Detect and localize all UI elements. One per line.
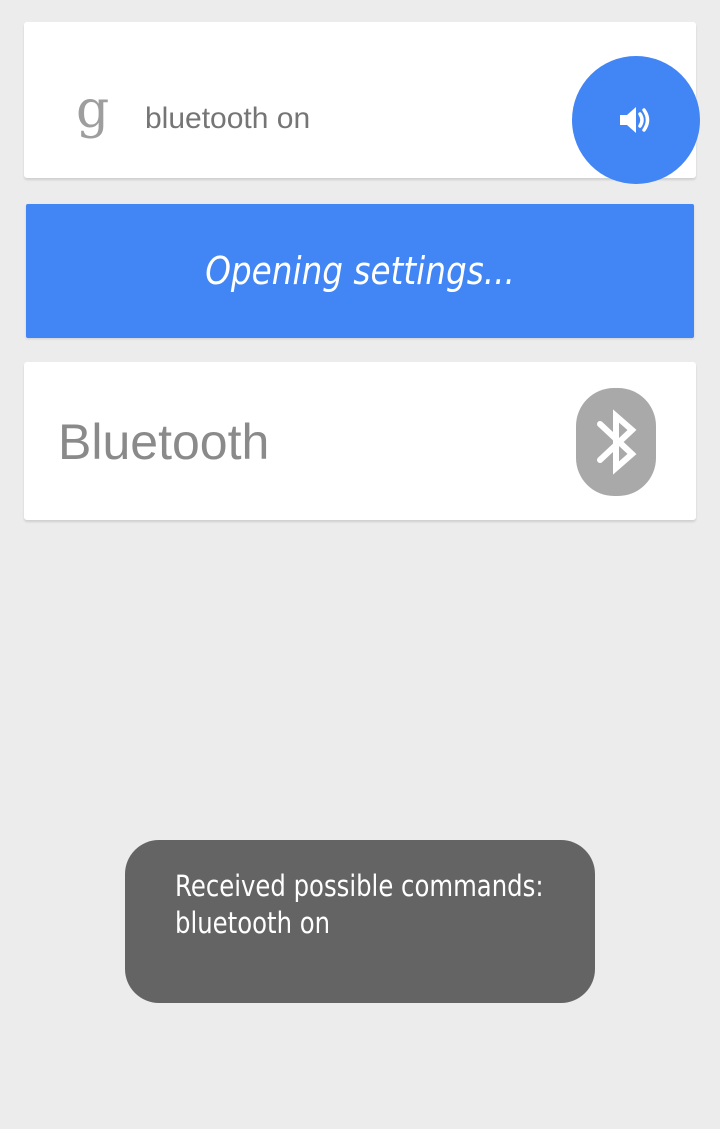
bluetooth-icon xyxy=(576,388,656,496)
status-text: Opening settings... xyxy=(205,249,515,293)
google-g-icon: g xyxy=(76,80,110,140)
volume-speaker-icon xyxy=(620,107,650,133)
result-title: Bluetooth xyxy=(58,414,270,470)
toast-line-1: Received possible commands: xyxy=(175,869,544,903)
voice-query-text[interactable]: bluetooth on xyxy=(145,104,310,134)
toast-line-2: bluetooth on xyxy=(175,906,331,940)
toast-message: Received possible commands: bluetooth on xyxy=(125,840,595,1003)
bluetooth-result-card[interactable]: Bluetooth xyxy=(24,362,696,520)
speak-button[interactable] xyxy=(572,56,700,184)
search-card: g bluetooth on xyxy=(24,22,700,184)
status-banner: Opening settings... xyxy=(26,204,694,338)
